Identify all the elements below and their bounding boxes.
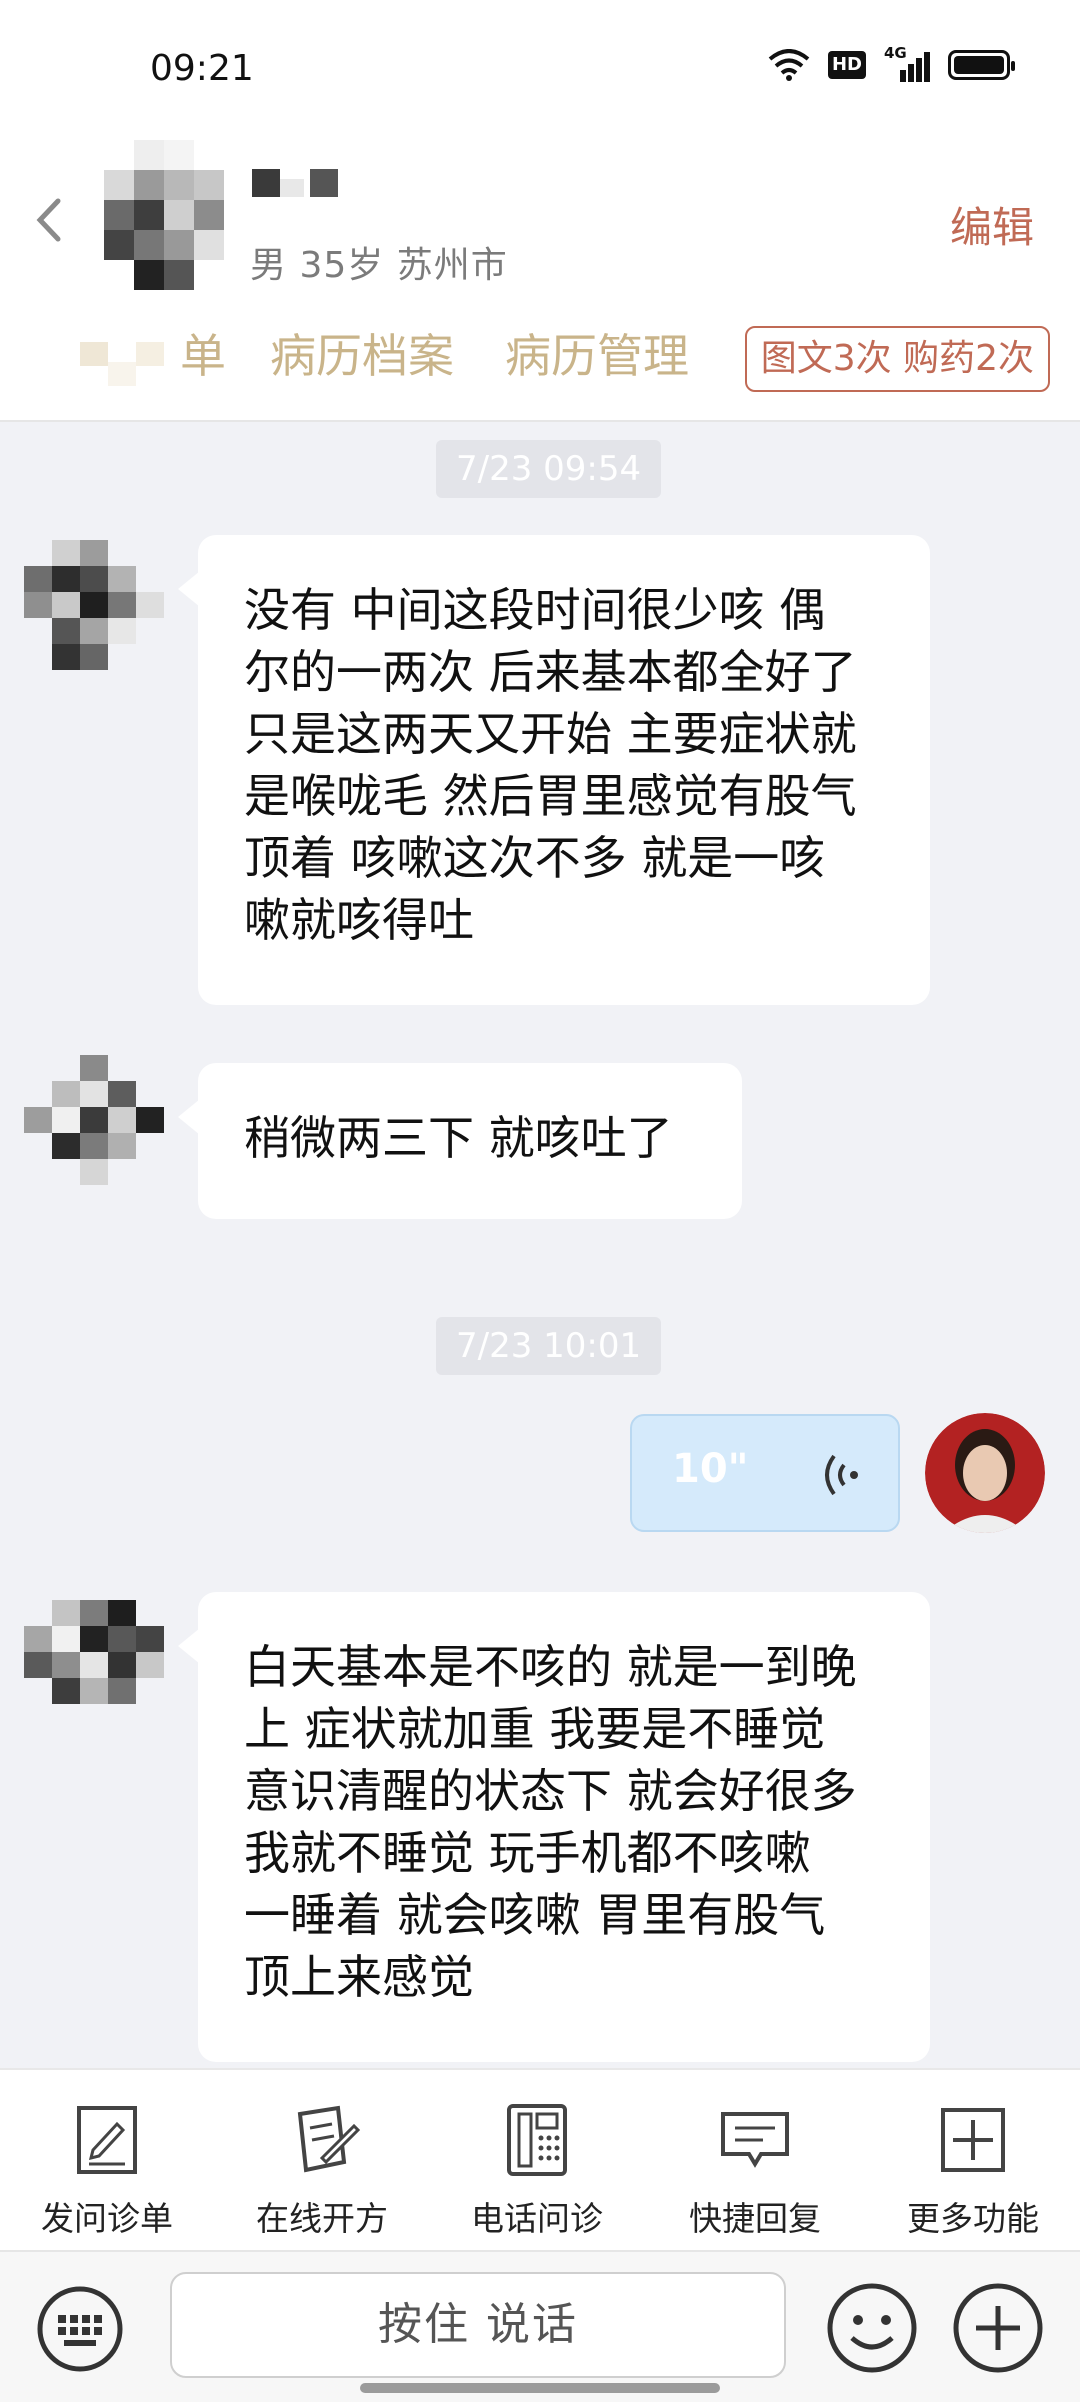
- prescription-icon: [297, 2105, 361, 2173]
- header-tabs: 单 病历档案 病历管理 图文3次 购药2次: [0, 320, 1080, 415]
- timestamp: 7/23 10:01: [436, 1317, 662, 1375]
- redacted-block-icon: [80, 342, 164, 386]
- status-time: 09:21: [150, 48, 254, 89]
- plus-square-icon: [941, 2108, 1005, 2172]
- status-icons: HD 4G: [768, 44, 1015, 82]
- phone-icon: [507, 2104, 567, 2176]
- voice-wave-icon: [825, 1454, 858, 1496]
- doctor-avatar[interactable]: [925, 1413, 1045, 1533]
- back-arrow-icon[interactable]: [32, 195, 66, 245]
- emoji-icon[interactable]: [826, 2282, 918, 2374]
- more-functions-button[interactable]: 更多功能: [868, 2070, 1078, 2252]
- quick-reply-icon: [721, 2112, 789, 2168]
- online-prescription-label: 在线开方: [256, 2199, 388, 2238]
- keyboard-icon[interactable]: [36, 2285, 124, 2373]
- quota-badge: 图文3次 购药2次: [744, 326, 1050, 392]
- hd-badge: HD: [827, 51, 866, 79]
- tab-record-management[interactable]: 病历管理: [505, 320, 689, 386]
- edit-button[interactable]: 编辑: [950, 194, 1034, 255]
- patient-avatar[interactable]: [24, 540, 164, 670]
- phone-consult-button[interactable]: 电话问诊: [432, 2070, 642, 2252]
- questionnaire-icon: [77, 2106, 137, 2174]
- add-icon[interactable]: [952, 2282, 1044, 2374]
- input-bar: 按住 说话: [0, 2250, 1080, 2402]
- questionnaire-button[interactable]: 发问诊单: [2, 2070, 212, 2252]
- patient-avatar[interactable]: [24, 1055, 164, 1185]
- signal-icon: 4G: [884, 44, 930, 82]
- questionnaire-label: 发问诊单: [41, 2199, 173, 2238]
- tab-questionnaire-label: 单: [180, 329, 226, 383]
- message-bubble[interactable]: 没有 中间这段时间很少咳 偶 尔的一两次 后来基本都全好了 只是这两天又开始 主…: [178, 535, 930, 1005]
- patient-info: 男 35岁 苏州市: [250, 245, 508, 286]
- wifi-icon: [768, 49, 810, 81]
- quick-action-bar: 发问诊单 在线开方 电话问诊 快捷回复 更多功能: [0, 2068, 1080, 2252]
- more-functions-label: 更多功能: [907, 2199, 1039, 2238]
- patient-avatar[interactable]: [104, 140, 224, 290]
- message-bubble[interactable]: 稍微两三下 就咳吐了: [178, 1063, 742, 1219]
- patient-name-redacted: [252, 169, 338, 197]
- battery-icon: [948, 50, 1015, 80]
- timestamp: 7/23 09:54: [436, 440, 662, 498]
- hold-to-talk-button[interactable]: 按住 说话: [170, 2272, 786, 2378]
- home-indicator[interactable]: [360, 2383, 720, 2393]
- tab-medical-records[interactable]: 病历档案: [270, 320, 454, 386]
- message-bubble[interactable]: 白天基本是不咳的 就是一到晚 上 症状就加重 我要是不睡觉 意识清醒的状态下 就…: [178, 1592, 930, 2062]
- voice-duration: 10": [672, 1446, 749, 1492]
- voice-message-bubble[interactable]: 10": [630, 1414, 900, 1532]
- phone-consult-label: 电话问诊: [471, 2199, 603, 2238]
- quick-reply-label: 快捷回复: [689, 2199, 821, 2238]
- network-type: 4G: [884, 44, 907, 62]
- patient-avatar[interactable]: [24, 1600, 164, 1730]
- quick-reply-button[interactable]: 快捷回复: [650, 2070, 860, 2252]
- online-prescription-button[interactable]: 在线开方: [217, 2070, 427, 2252]
